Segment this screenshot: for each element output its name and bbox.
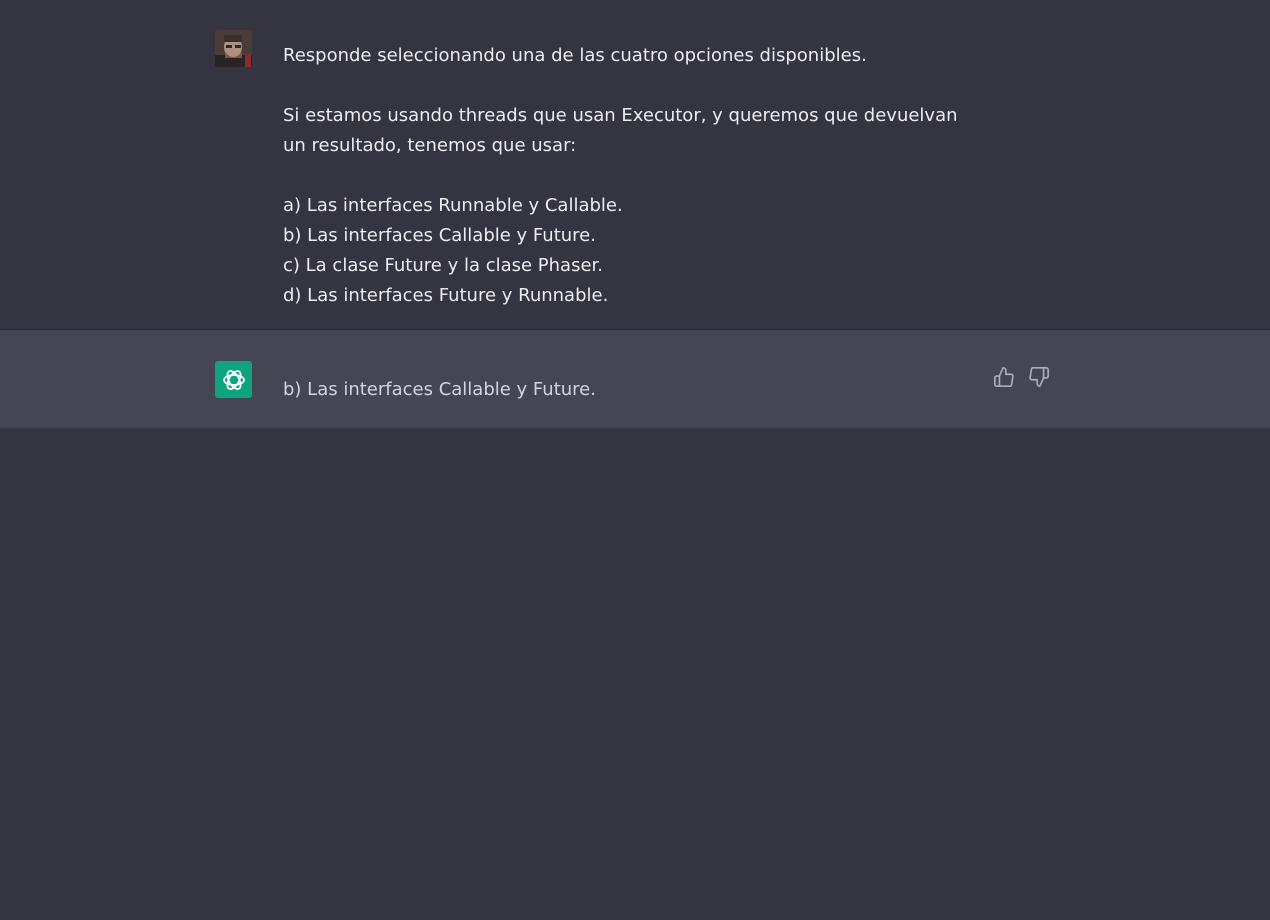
user-question: Si estamos usando threads que usan Execu… xyxy=(283,105,958,156)
option-d: d) Las interfaces Future y Runnable. xyxy=(283,285,609,306)
user-message-row: Responde seleccionando una de las cuatro… xyxy=(0,0,1270,330)
assistant-message-text: b) Las interfaces Callable y Future. xyxy=(283,379,596,400)
user-avatar xyxy=(215,30,252,67)
user-message-text: Responde seleccionando una de las cuatro… xyxy=(283,41,983,311)
assistant-message-row: b) Las interfaces Callable y Future. xyxy=(0,330,1270,429)
user-intro: Responde seleccionando una de las cuatro… xyxy=(283,45,867,66)
option-c: c) La clase Future y la clase Phaser. xyxy=(283,255,604,276)
option-a: a) Las interfaces Runnable y Callable. xyxy=(283,195,623,216)
option-b: b) Las interfaces Callable y Future. xyxy=(283,225,596,246)
openai-logo-icon xyxy=(215,361,252,398)
thumbs-down-icon[interactable] xyxy=(1028,366,1050,388)
thumbs-up-icon[interactable] xyxy=(993,366,1015,388)
